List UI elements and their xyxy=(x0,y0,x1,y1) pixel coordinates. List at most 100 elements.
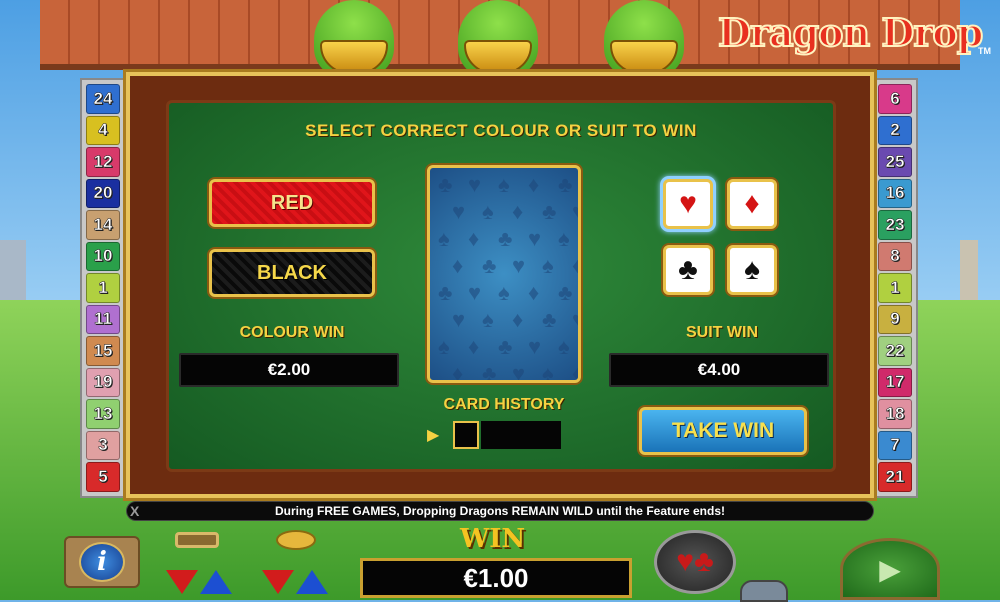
club-suit-button[interactable]: ♣ xyxy=(663,245,713,295)
bottom-control-bar: i WIN €1.00 ♥♣ ▶ xyxy=(0,522,1000,602)
card-back-pattern-icon: ♥ xyxy=(468,172,482,197)
payline-numbers-right: 6 2 25 16 23 8 1 9 22 17 18 7 21 xyxy=(872,78,918,498)
play-icon: ▶ xyxy=(879,553,901,585)
payline-number[interactable]: 1 xyxy=(878,273,912,303)
card-back-pattern-icon: ♥ xyxy=(512,361,526,383)
card-back-pattern-icon: ♠ xyxy=(542,361,554,383)
gamble-title: SELECT CORRECT COLOUR OR SUIT TO WIN xyxy=(305,121,697,140)
card-back-pattern-icon: ♠ xyxy=(482,199,494,224)
card-history-track xyxy=(481,421,561,449)
card-back-pattern-icon: ♣ xyxy=(558,172,573,197)
bet-increase-button[interactable] xyxy=(296,570,328,594)
card-back-pattern-icon: ♥ xyxy=(528,334,542,359)
card-back-pattern-icon: ♠ xyxy=(498,172,510,197)
trademark-mark: TM xyxy=(978,46,991,56)
payline-numbers-left: 24 4 12 20 14 10 1 11 15 19 13 3 5 xyxy=(80,78,126,498)
payline-number[interactable]: 24 xyxy=(86,84,120,114)
payline-number[interactable]: 6 xyxy=(878,84,912,114)
card-back-pattern-icon: ♠ xyxy=(438,334,450,359)
payline-number[interactable]: 19 xyxy=(86,367,120,397)
payline-number[interactable]: 5 xyxy=(86,462,120,492)
coins-icon xyxy=(276,530,316,550)
payline-number[interactable]: 21 xyxy=(878,462,912,492)
info-button[interactable]: i xyxy=(64,536,140,588)
payline-number[interactable]: 3 xyxy=(86,430,120,460)
spade-icon: ♠ xyxy=(744,253,760,286)
colour-win-value: €2.00 xyxy=(179,353,399,387)
card-history-slot xyxy=(453,421,479,449)
heart-suit-button[interactable]: ♥ xyxy=(663,179,713,229)
take-win-button[interactable]: TAKE WIN xyxy=(639,407,807,455)
card-back-pattern-icon: ♣ xyxy=(438,280,453,305)
card-back-pattern-icon: ♦ xyxy=(452,253,464,278)
colour-win-label: COLOUR WIN xyxy=(239,324,345,341)
game-logo: Dragon Drop xyxy=(717,9,984,56)
black-button[interactable]: BLACK xyxy=(209,249,375,297)
payline-number[interactable]: 14 xyxy=(86,210,120,240)
club-icon: ♣ xyxy=(678,253,698,286)
card-back-pattern-icon: ♥ xyxy=(468,280,482,305)
card-back-pattern-icon: ♥ xyxy=(572,307,578,333)
card-back-pattern-icon: ♣ xyxy=(482,253,497,278)
payline-number[interactable]: 9 xyxy=(878,304,912,334)
card-back-pattern-icon: ♠ xyxy=(498,280,510,305)
payline-number[interactable]: 11 xyxy=(86,304,120,334)
card-back-pattern-icon: ♦ xyxy=(572,253,578,279)
card-suits-icon: ♥♣ xyxy=(676,545,714,578)
card-back-pattern-icon: ♦ xyxy=(468,226,480,251)
autoplay-button[interactable] xyxy=(740,580,788,602)
spin-button[interactable]: ▶ xyxy=(840,538,940,600)
card-back-pattern-icon: ♣ xyxy=(498,334,513,359)
payline-number[interactable]: 22 xyxy=(878,336,912,366)
diamond-icon: ♦ xyxy=(744,187,760,220)
payline-number[interactable]: 16 xyxy=(878,178,912,208)
lines-decrease-button[interactable] xyxy=(166,570,198,594)
windmill-decoration xyxy=(960,240,978,300)
card-back-pattern-icon: ♦ xyxy=(468,334,480,359)
card-back-pattern-icon: ♦ xyxy=(528,280,540,305)
card-back-pattern-icon: ♥ xyxy=(528,226,542,251)
info-ticker: During FREE GAMES, Dropping Dragons REMA… xyxy=(126,501,874,521)
payline-number[interactable]: 12 xyxy=(86,147,120,177)
payline-number[interactable]: 1 xyxy=(86,273,120,303)
card-back-pattern-icon: ♣ xyxy=(542,199,557,224)
info-icon: i xyxy=(79,542,125,582)
payline-number[interactable]: 25 xyxy=(878,147,912,177)
payline-number[interactable]: 23 xyxy=(878,210,912,240)
lines-increase-button[interactable] xyxy=(200,570,232,594)
win-label: WIN xyxy=(460,524,526,554)
bet-decrease-button[interactable] xyxy=(262,570,294,594)
win-value: €1.00 xyxy=(360,558,632,598)
payline-number[interactable]: 15 xyxy=(86,336,120,366)
payline-number[interactable]: 13 xyxy=(86,399,120,429)
card-back-pattern-icon: ♣ xyxy=(438,172,453,197)
card-back-pattern-icon: ♠ xyxy=(542,253,554,278)
card-back-pattern-icon: ♥ xyxy=(452,307,466,332)
gamble-panel-frame: SELECT CORRECT COLOUR OR SUIT TO WIN RED… xyxy=(126,72,874,498)
card-back-pattern-icon: ♣ xyxy=(482,361,497,383)
card-back-pattern-icon: ♥ xyxy=(572,199,578,225)
card-back-pattern-icon: ♦ xyxy=(528,172,540,197)
payline-number[interactable]: 20 xyxy=(86,178,120,208)
payline-number[interactable]: 10 xyxy=(86,241,120,271)
spade-suit-button[interactable]: ♠ xyxy=(727,245,777,295)
payline-number[interactable]: 2 xyxy=(878,115,912,145)
red-button[interactable]: RED xyxy=(209,179,375,227)
card-back-pattern-icon: ♣ xyxy=(558,280,573,305)
payline-number[interactable]: 18 xyxy=(878,399,912,429)
castle-decoration xyxy=(0,240,26,300)
card-history-label: CARD HISTORY xyxy=(443,396,565,413)
payline-number[interactable]: 7 xyxy=(878,430,912,460)
payline-number[interactable]: 4 xyxy=(86,115,120,145)
payline-number[interactable]: 17 xyxy=(878,367,912,397)
card-back-pattern-icon: ♣ xyxy=(542,307,557,332)
gamble-button[interactable]: ♥♣ xyxy=(654,530,736,594)
ticker-close-icon[interactable]: X xyxy=(130,503,139,519)
payline-number[interactable]: 8 xyxy=(878,241,912,271)
face-down-card: ♣♥♠♦♣♥♠♦♣♥♠♦♣♥♠♦♣♥♠♦♣♥♠♦♣♥♠♦♣♥♠♦♣♥♠♦♣♥♠♦ xyxy=(427,165,581,383)
card-back-pattern-icon: ♦ xyxy=(512,307,524,332)
card-back-pattern-icon: ♦ xyxy=(512,199,524,224)
suit-win-label: SUIT WIN xyxy=(686,324,758,341)
card-back-pattern-icon: ♠ xyxy=(438,226,450,251)
diamond-suit-button[interactable]: ♦ xyxy=(727,179,777,229)
